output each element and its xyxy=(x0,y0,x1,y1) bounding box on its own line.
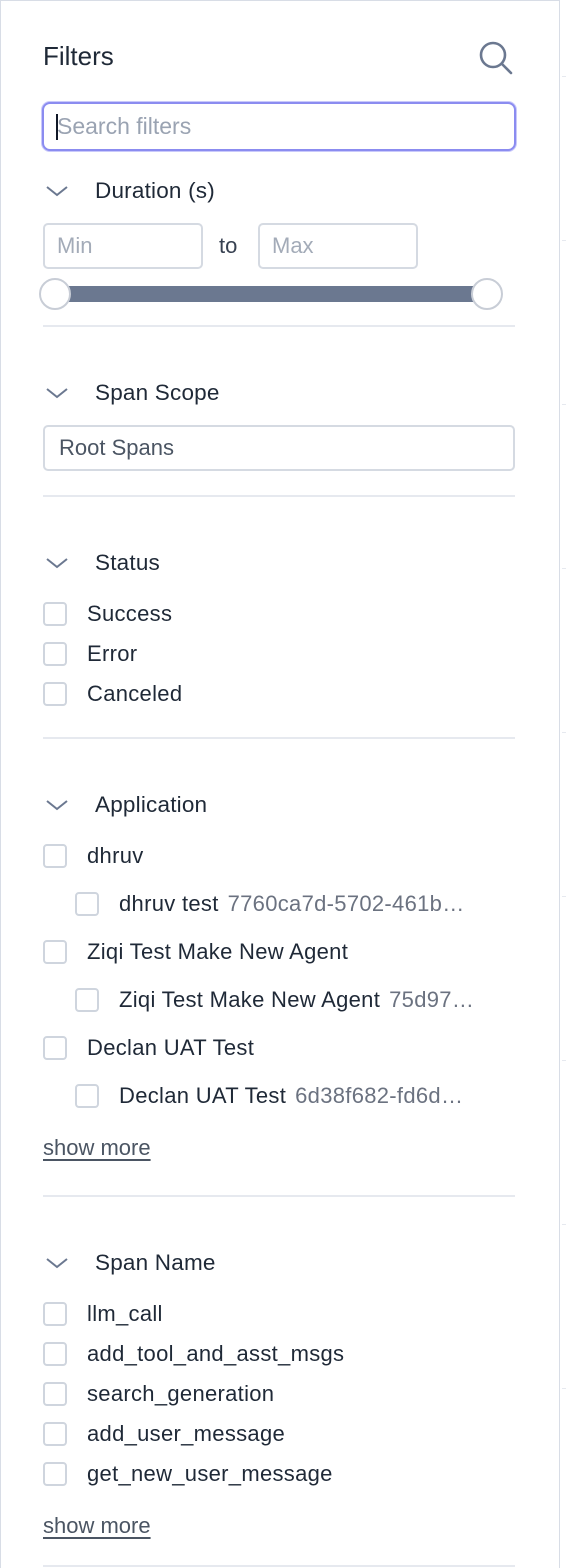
span-name-option[interactable]: add_tool_and_asst_msgs xyxy=(43,1340,344,1368)
chevron-down-icon xyxy=(43,795,73,815)
agent-id: 7760ca7d-5702-461b… xyxy=(227,891,465,916)
section-application-header[interactable]: Application xyxy=(43,789,207,821)
span-name-option[interactable]: search_generation xyxy=(43,1380,274,1408)
duration-slider-max-handle[interactable] xyxy=(471,278,503,310)
section-status-header[interactable]: Status xyxy=(43,547,160,579)
checkbox[interactable] xyxy=(43,1422,67,1446)
span-scope-select[interactable]: Root Spans xyxy=(43,425,515,471)
text-caret xyxy=(56,114,58,140)
status-option-label: Success xyxy=(87,601,173,626)
section-span-scope-title: Span Scope xyxy=(95,380,220,405)
status-option-error[interactable]: Error xyxy=(43,640,137,668)
application-option[interactable]: dhruv xyxy=(43,842,144,870)
duration-to-label: to xyxy=(219,233,238,258)
section-application-title: Application xyxy=(95,792,208,817)
status-option-label: Error xyxy=(87,641,138,666)
application-option[interactable]: Ziqi Test Make New Agent xyxy=(43,938,348,966)
divider xyxy=(43,1565,515,1567)
chevron-down-icon xyxy=(43,383,73,403)
divider xyxy=(43,495,515,497)
span-name-label: llm_call xyxy=(87,1301,163,1326)
search-icon[interactable] xyxy=(477,39,515,77)
span-name-label: add_tool_and_asst_msgs xyxy=(87,1341,345,1366)
checkbox[interactable] xyxy=(75,892,99,916)
agent-label: Ziqi Test Make New Agent xyxy=(119,987,381,1012)
chevron-down-icon xyxy=(43,1253,73,1273)
agent-id: 6d38f682-fd6d… xyxy=(295,1083,464,1108)
chevron-down-icon xyxy=(43,181,73,201)
agent-label: dhruv test xyxy=(119,891,219,916)
checkbox[interactable] xyxy=(43,682,67,706)
checkbox[interactable] xyxy=(43,844,67,868)
application-option[interactable]: Declan UAT Test xyxy=(43,1034,254,1062)
checkbox[interactable] xyxy=(75,1084,99,1108)
section-duration-header[interactable]: Duration (s) xyxy=(43,175,215,207)
checkbox[interactable] xyxy=(43,1382,67,1406)
agent-label: Declan UAT Test xyxy=(119,1083,287,1108)
application-agent-option[interactable]: Declan UAT Test 6d38f682-fd6d… xyxy=(75,1082,515,1110)
checkbox[interactable] xyxy=(43,1342,67,1366)
section-span-name-header[interactable]: Span Name xyxy=(43,1247,216,1279)
span-name-option[interactable]: get_new_user_message xyxy=(43,1460,333,1488)
duration-min-input[interactable] xyxy=(43,223,203,269)
checkbox[interactable] xyxy=(43,1302,67,1326)
application-label: Ziqi Test Make New Agent xyxy=(87,939,349,964)
application-show-more-link[interactable]: show more xyxy=(43,1135,151,1161)
adjacent-panel-edge xyxy=(560,0,566,1568)
duration-slider-track[interactable] xyxy=(55,286,487,302)
duration-max-input[interactable] xyxy=(258,223,418,269)
divider xyxy=(43,1195,515,1197)
application-agent-option[interactable]: Ziqi Test Make New Agent 75d97… xyxy=(75,986,515,1014)
section-span-name-title: Span Name xyxy=(95,1250,216,1275)
span-scope-value: Root Spans xyxy=(59,435,174,460)
checkbox[interactable] xyxy=(43,1036,67,1060)
application-agent-option[interactable]: dhruv test 7760ca7d-5702-461b… xyxy=(75,890,515,918)
search-filters-input[interactable] xyxy=(42,102,516,151)
duration-slider-min-handle[interactable] xyxy=(39,278,71,310)
checkbox[interactable] xyxy=(43,940,67,964)
section-status-title: Status xyxy=(95,550,160,575)
filters-title: Filters xyxy=(43,41,114,71)
span-name-option[interactable]: add_user_message xyxy=(43,1420,285,1448)
span-name-label: add_user_message xyxy=(87,1421,286,1446)
checkbox[interactable] xyxy=(75,988,99,1012)
divider xyxy=(43,325,515,327)
chevron-down-icon xyxy=(43,553,73,573)
status-option-label: Canceled xyxy=(87,681,183,706)
agent-id: 75d97… xyxy=(389,987,475,1012)
section-span-scope-header[interactable]: Span Scope xyxy=(43,377,220,409)
checkbox[interactable] xyxy=(43,602,67,626)
application-label: Declan UAT Test xyxy=(87,1035,255,1060)
application-label: dhruv xyxy=(87,843,144,868)
span-name-label: search_generation xyxy=(87,1381,275,1406)
span-name-option[interactable]: llm_call xyxy=(43,1300,163,1328)
divider xyxy=(43,737,515,739)
checkbox[interactable] xyxy=(43,1462,67,1486)
section-duration-title: Duration (s) xyxy=(95,178,215,203)
status-option-canceled[interactable]: Canceled xyxy=(43,680,182,708)
status-option-success[interactable]: Success xyxy=(43,600,172,628)
span-name-label: get_new_user_message xyxy=(87,1461,333,1486)
checkbox[interactable] xyxy=(43,642,67,666)
span-name-show-more-link[interactable]: show more xyxy=(43,1513,151,1539)
filters-panel: Filters Duration (s) to Span Scope Root … xyxy=(0,0,560,1568)
